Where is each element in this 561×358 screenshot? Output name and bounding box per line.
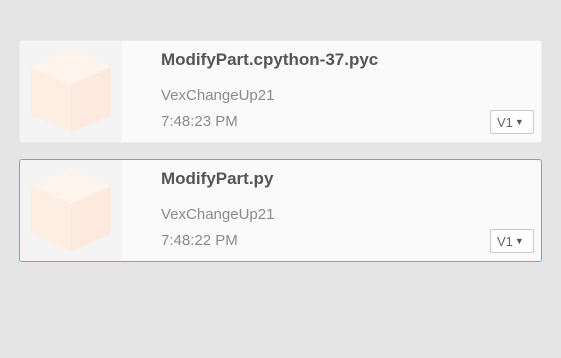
- version-dropdown[interactable]: V1 ▼: [490, 110, 534, 134]
- file-owner: VexChangeUp21: [161, 87, 275, 104]
- file-list: ModifyPart.cpython-37.pyc VexChangeUp21 …: [19, 40, 542, 278]
- file-time: 7:48:23 PM: [161, 113, 238, 130]
- file-name: ModifyPart.py: [161, 169, 274, 188]
- version-label: V1: [497, 114, 513, 130]
- file-thumbnail: [20, 41, 122, 142]
- caret-down-icon: ▼: [514, 116, 524, 127]
- caret-down-icon: ▼: [514, 235, 524, 246]
- version-dropdown[interactable]: V1 ▼: [490, 229, 534, 253]
- file-name: ModifyPart.cpython-37.pyc: [161, 50, 379, 69]
- file-thumbnail: [20, 160, 122, 261]
- version-label: V1: [497, 233, 513, 249]
- file-card-pyc[interactable]: ModifyPart.cpython-37.pyc VexChangeUp21 …: [19, 40, 542, 143]
- cube-icon: [31, 49, 111, 133]
- file-card-py[interactable]: ModifyPart.py VexChangeUp21 7:48:22 PM V…: [19, 159, 542, 262]
- file-owner: VexChangeUp21: [161, 206, 275, 223]
- cube-icon: [31, 168, 111, 252]
- file-time: 7:48:22 PM: [161, 232, 238, 249]
